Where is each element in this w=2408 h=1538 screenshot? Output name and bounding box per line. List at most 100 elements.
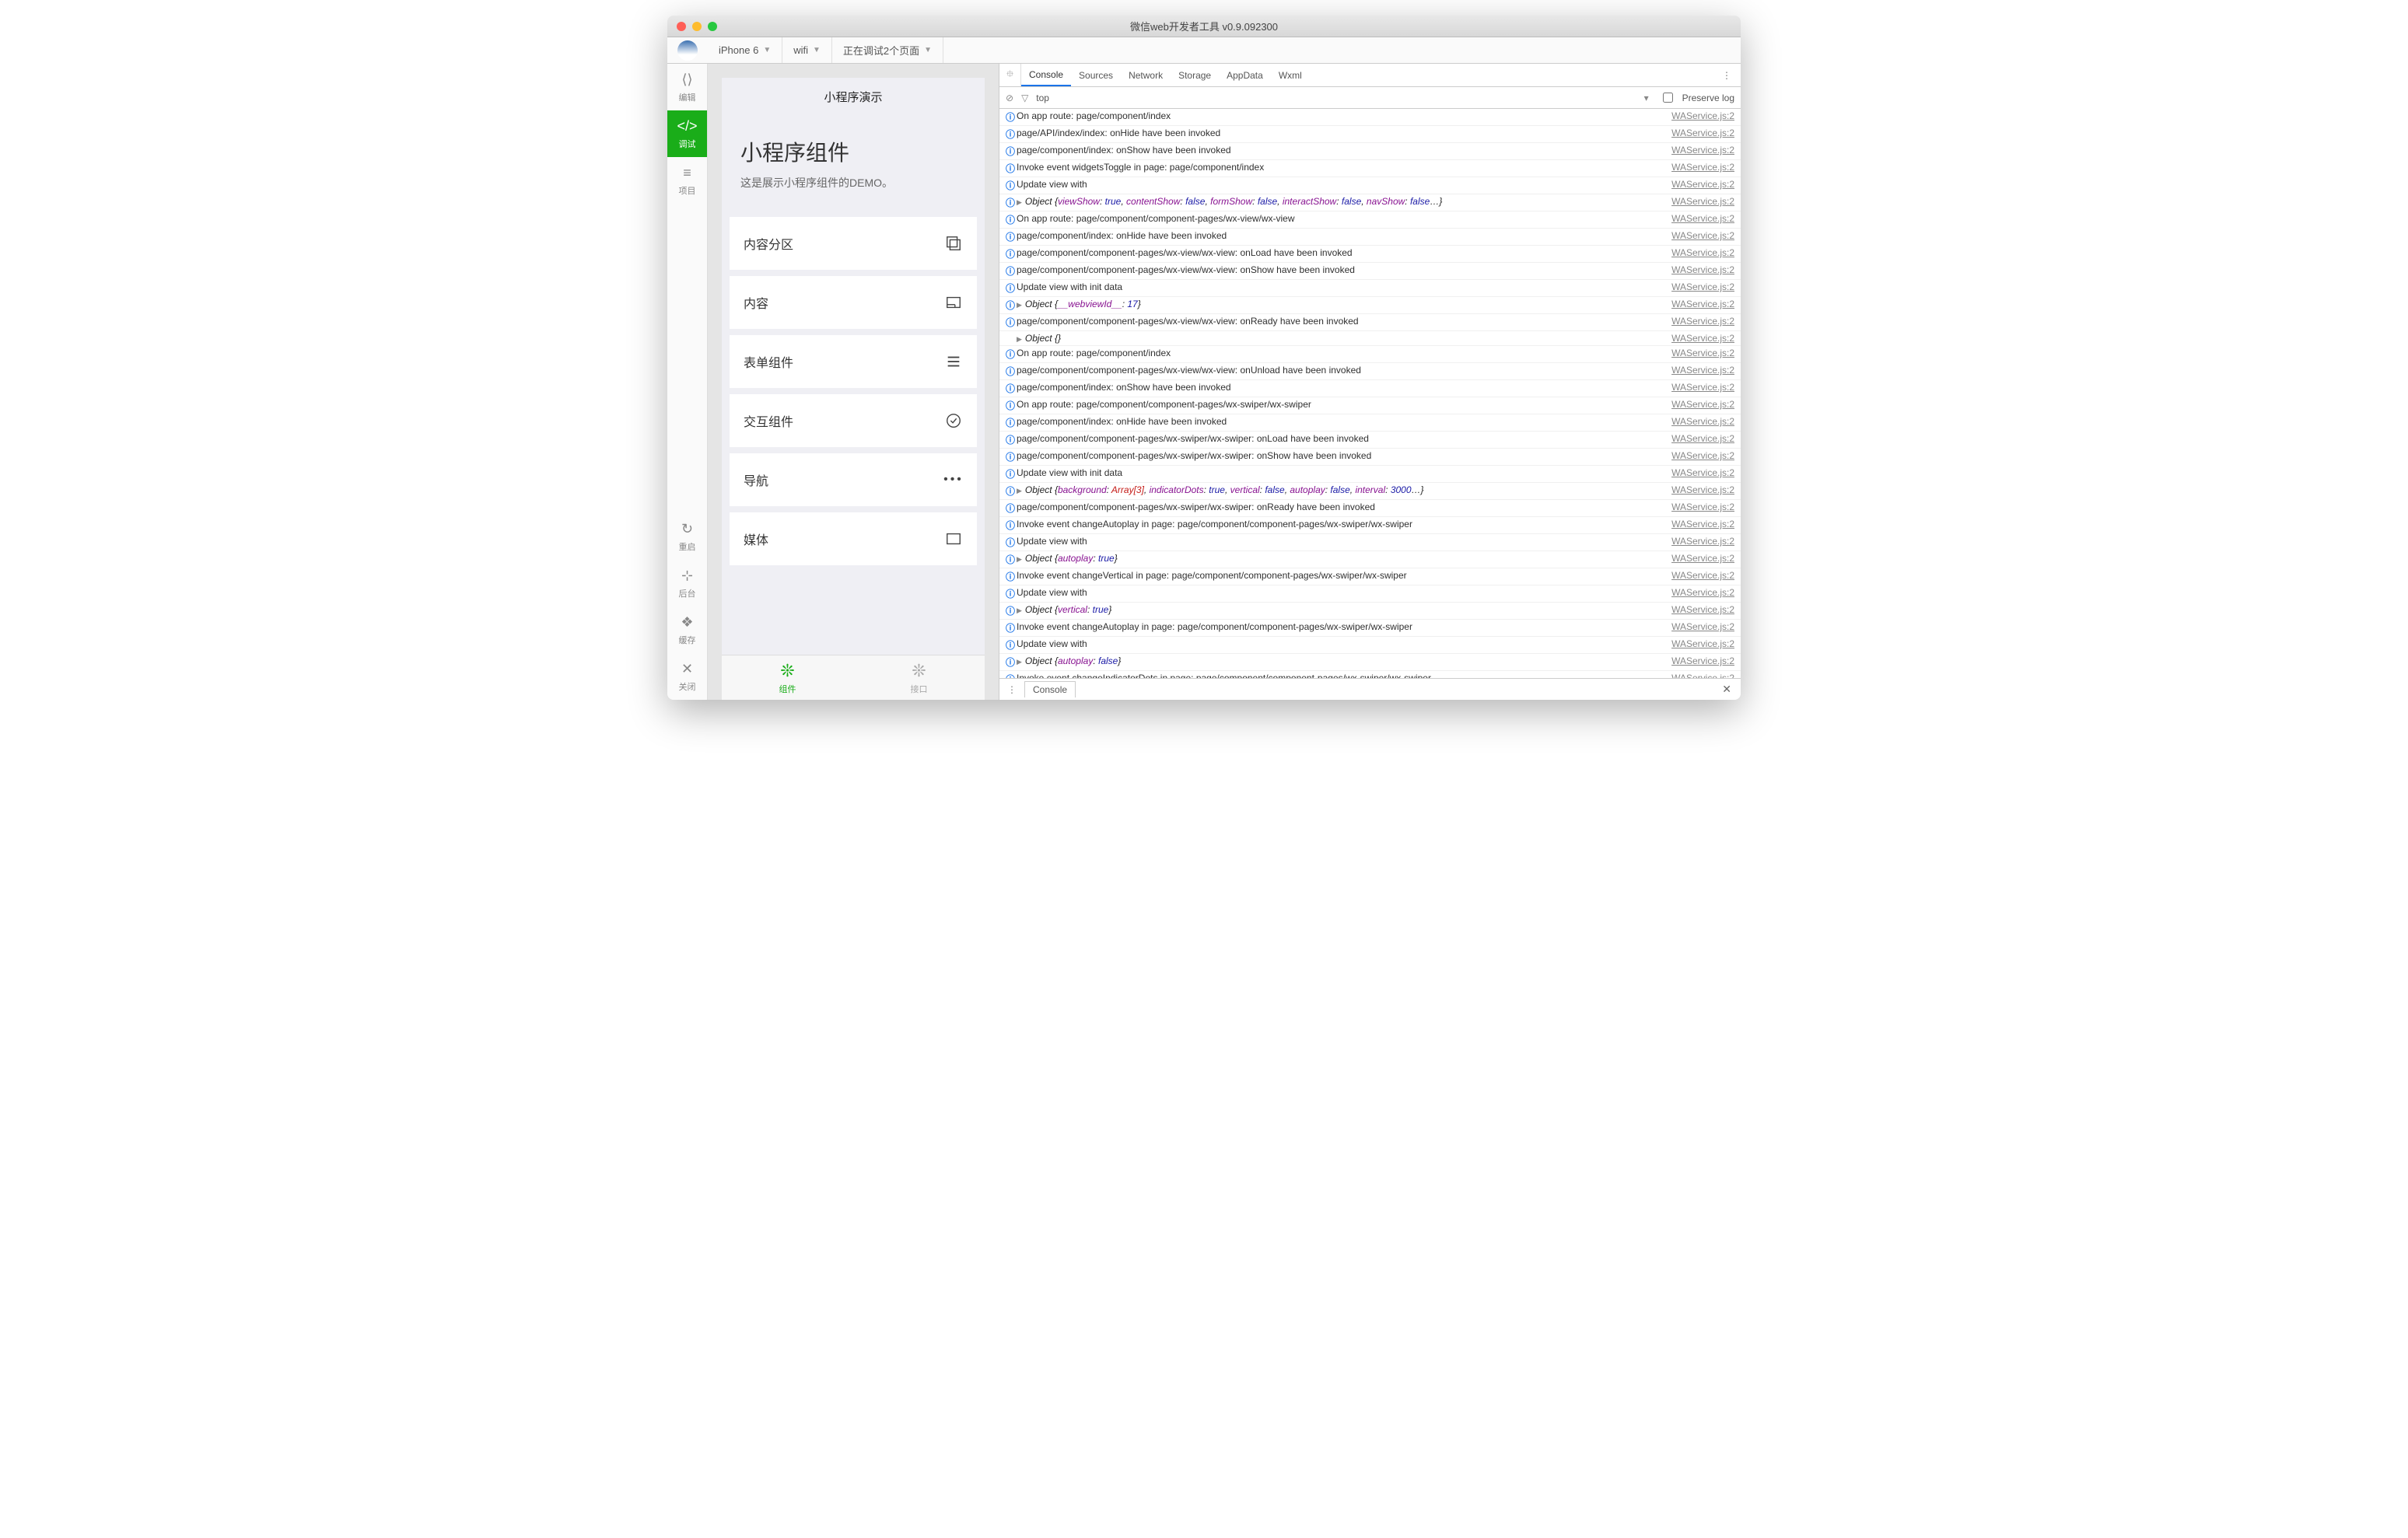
- devtools-tab-network[interactable]: Network: [1121, 64, 1171, 86]
- console-line: ⓘInvoke event changeIndicatorDots in pag…: [999, 671, 1741, 678]
- source-link[interactable]: WAService.js:2: [1671, 655, 1734, 666]
- console-output[interactable]: ⓘOn app route: page/component/indexWASer…: [999, 109, 1741, 678]
- source-link[interactable]: WAService.js:2: [1671, 467, 1734, 478]
- source-link[interactable]: WAService.js:2: [1671, 604, 1734, 615]
- console-line: ⓘ▶Object {__webviewId__: 17}WAService.js…: [999, 297, 1741, 314]
- source-link[interactable]: WAService.js:2: [1671, 382, 1734, 393]
- sim-row[interactable]: 媒体: [730, 512, 977, 565]
- context-selector[interactable]: top: [1036, 93, 1049, 103]
- sidebar-edit[interactable]: ⟨⟩编辑: [667, 64, 707, 110]
- network-dropdown[interactable]: wifi▼: [782, 37, 832, 63]
- device-dropdown[interactable]: iPhone 6▼: [708, 37, 782, 63]
- console-line: ⓘpage/component/component-pages/wx-view/…: [999, 314, 1741, 331]
- source-link[interactable]: WAService.js:2: [1671, 162, 1734, 173]
- code-icon: ⟨⟩: [681, 72, 692, 88]
- source-link[interactable]: WAService.js:2: [1671, 264, 1734, 275]
- more-icon[interactable]: ⋮: [1713, 70, 1741, 81]
- close-icon: ✕: [681, 661, 693, 677]
- console-line: ⓘUpdate view withWAService.js:2: [999, 534, 1741, 551]
- console-line: ⓘ▶Object {autoplay: true}WAService.js:2: [999, 551, 1741, 568]
- clear-console-icon[interactable]: ⊘: [1006, 93, 1013, 103]
- source-link[interactable]: WAService.js:2: [1671, 673, 1734, 678]
- sidebar-debug[interactable]: </>调试: [667, 110, 707, 157]
- info-icon: ⓘ: [1004, 587, 1017, 600]
- devtools-tab-appdata[interactable]: AppData: [1219, 64, 1271, 86]
- sim-tab-api[interactable]: ❊ 接口: [853, 655, 985, 700]
- source-link[interactable]: WAService.js:2: [1671, 196, 1734, 207]
- console-line: ⓘOn app route: page/component/component-…: [999, 211, 1741, 229]
- console-line: ⓘ▶Object {background: Array[3], indicato…: [999, 483, 1741, 500]
- sim-row[interactable]: 交互组件: [730, 394, 977, 447]
- source-link[interactable]: WAService.js:2: [1671, 416, 1734, 427]
- devtools-footer: ⋮ Console ✕: [999, 678, 1741, 700]
- drawer-tab-console[interactable]: Console: [1024, 681, 1076, 697]
- sidebar-restart[interactable]: ↻重启: [667, 513, 707, 560]
- source-link[interactable]: WAService.js:2: [1671, 348, 1734, 358]
- source-link[interactable]: WAService.js:2: [1671, 519, 1734, 530]
- source-link[interactable]: WAService.js:2: [1671, 570, 1734, 581]
- source-link[interactable]: WAService.js:2: [1671, 450, 1734, 461]
- source-link[interactable]: WAService.js:2: [1671, 536, 1734, 547]
- sidebar-cache[interactable]: ❖缓存: [667, 606, 707, 653]
- devtools-tabs: ⯐ ConsoleSourcesNetworkStorageAppDataWxm…: [999, 64, 1741, 87]
- sim-tab-component[interactable]: ❊ 组件: [722, 655, 853, 700]
- sidebar-close[interactable]: ✕关闭: [667, 653, 707, 700]
- console-line: ⓘpage/component/component-pages/wx-swipe…: [999, 500, 1741, 517]
- inspect-icon[interactable]: ⯐: [999, 64, 1021, 86]
- row-icon: •••: [944, 470, 963, 489]
- source-link[interactable]: WAService.js:2: [1671, 365, 1734, 376]
- sim-row[interactable]: 内容分区: [730, 217, 977, 270]
- info-icon: ⓘ: [1004, 484, 1017, 498]
- source-link[interactable]: WAService.js:2: [1671, 621, 1734, 632]
- source-link[interactable]: WAService.js:2: [1671, 399, 1734, 410]
- info-icon: ⓘ: [1004, 213, 1017, 226]
- source-link[interactable]: WAService.js:2: [1671, 213, 1734, 224]
- console-line: ⓘUpdate view with init dataWAService.js:…: [999, 280, 1741, 297]
- sim-row[interactable]: 表单组件: [730, 335, 977, 388]
- source-link[interactable]: WAService.js:2: [1671, 145, 1734, 156]
- source-link[interactable]: WAService.js:2: [1671, 316, 1734, 327]
- source-link[interactable]: WAService.js:2: [1671, 299, 1734, 309]
- sim-row[interactable]: 内容: [730, 276, 977, 329]
- source-link[interactable]: WAService.js:2: [1671, 484, 1734, 495]
- source-link[interactable]: WAService.js:2: [1671, 247, 1734, 258]
- info-icon: ⓘ: [1004, 519, 1017, 532]
- status-dropdown[interactable]: 正在调试2个页面▼: [832, 37, 943, 63]
- source-link[interactable]: WAService.js:2: [1671, 128, 1734, 138]
- drawer-more-icon[interactable]: ⋮: [999, 684, 1024, 695]
- source-link[interactable]: WAService.js:2: [1671, 110, 1734, 121]
- sidebar-background[interactable]: ⊹后台: [667, 560, 707, 606]
- sim-row-label: 内容分区: [744, 234, 793, 253]
- menu-icon: ≡: [683, 165, 691, 181]
- user-avatar[interactable]: [677, 40, 698, 61]
- source-link[interactable]: WAService.js:2: [1671, 433, 1734, 444]
- devtools-tab-console[interactable]: Console: [1021, 64, 1071, 86]
- source-link[interactable]: WAService.js:2: [1671, 502, 1734, 512]
- source-link[interactable]: WAService.js:2: [1671, 638, 1734, 649]
- drawer-close-icon[interactable]: ✕: [1713, 683, 1741, 696]
- info-icon: ⓘ: [1004, 536, 1017, 549]
- debug-icon: </>: [677, 118, 697, 135]
- sim-row[interactable]: 导航•••: [730, 453, 977, 506]
- layers-icon: ❖: [681, 614, 693, 631]
- console-line: ⓘpage/component/index: onShow have been …: [999, 143, 1741, 160]
- devtools-tab-wxml[interactable]: Wxml: [1271, 64, 1310, 86]
- info-icon: ⓘ: [1004, 655, 1017, 669]
- sim-row-label: 内容: [744, 293, 768, 312]
- source-link[interactable]: WAService.js:2: [1671, 230, 1734, 241]
- source-link[interactable]: WAService.js:2: [1671, 281, 1734, 292]
- console-line: ⓘ▶Object {viewShow: true, contentShow: f…: [999, 194, 1741, 211]
- source-link[interactable]: WAService.js:2: [1671, 553, 1734, 564]
- titlebar: 微信web开发者工具 v0.9.092300: [667, 16, 1741, 37]
- source-link[interactable]: WAService.js:2: [1671, 333, 1734, 344]
- preserve-log-checkbox[interactable]: [1663, 93, 1673, 103]
- source-link[interactable]: WAService.js:2: [1671, 179, 1734, 190]
- devtools-tab-sources[interactable]: Sources: [1071, 64, 1121, 86]
- filter-funnel-icon[interactable]: ▾: [1644, 93, 1649, 103]
- filter-icon[interactable]: ▽: [1021, 93, 1028, 103]
- devtools-tab-storage[interactable]: Storage: [1171, 64, 1219, 86]
- row-icon: [944, 352, 963, 371]
- sidebar-project[interactable]: ≡项目: [667, 157, 707, 204]
- source-link[interactable]: WAService.js:2: [1671, 587, 1734, 598]
- info-icon: ⓘ: [1004, 145, 1017, 158]
